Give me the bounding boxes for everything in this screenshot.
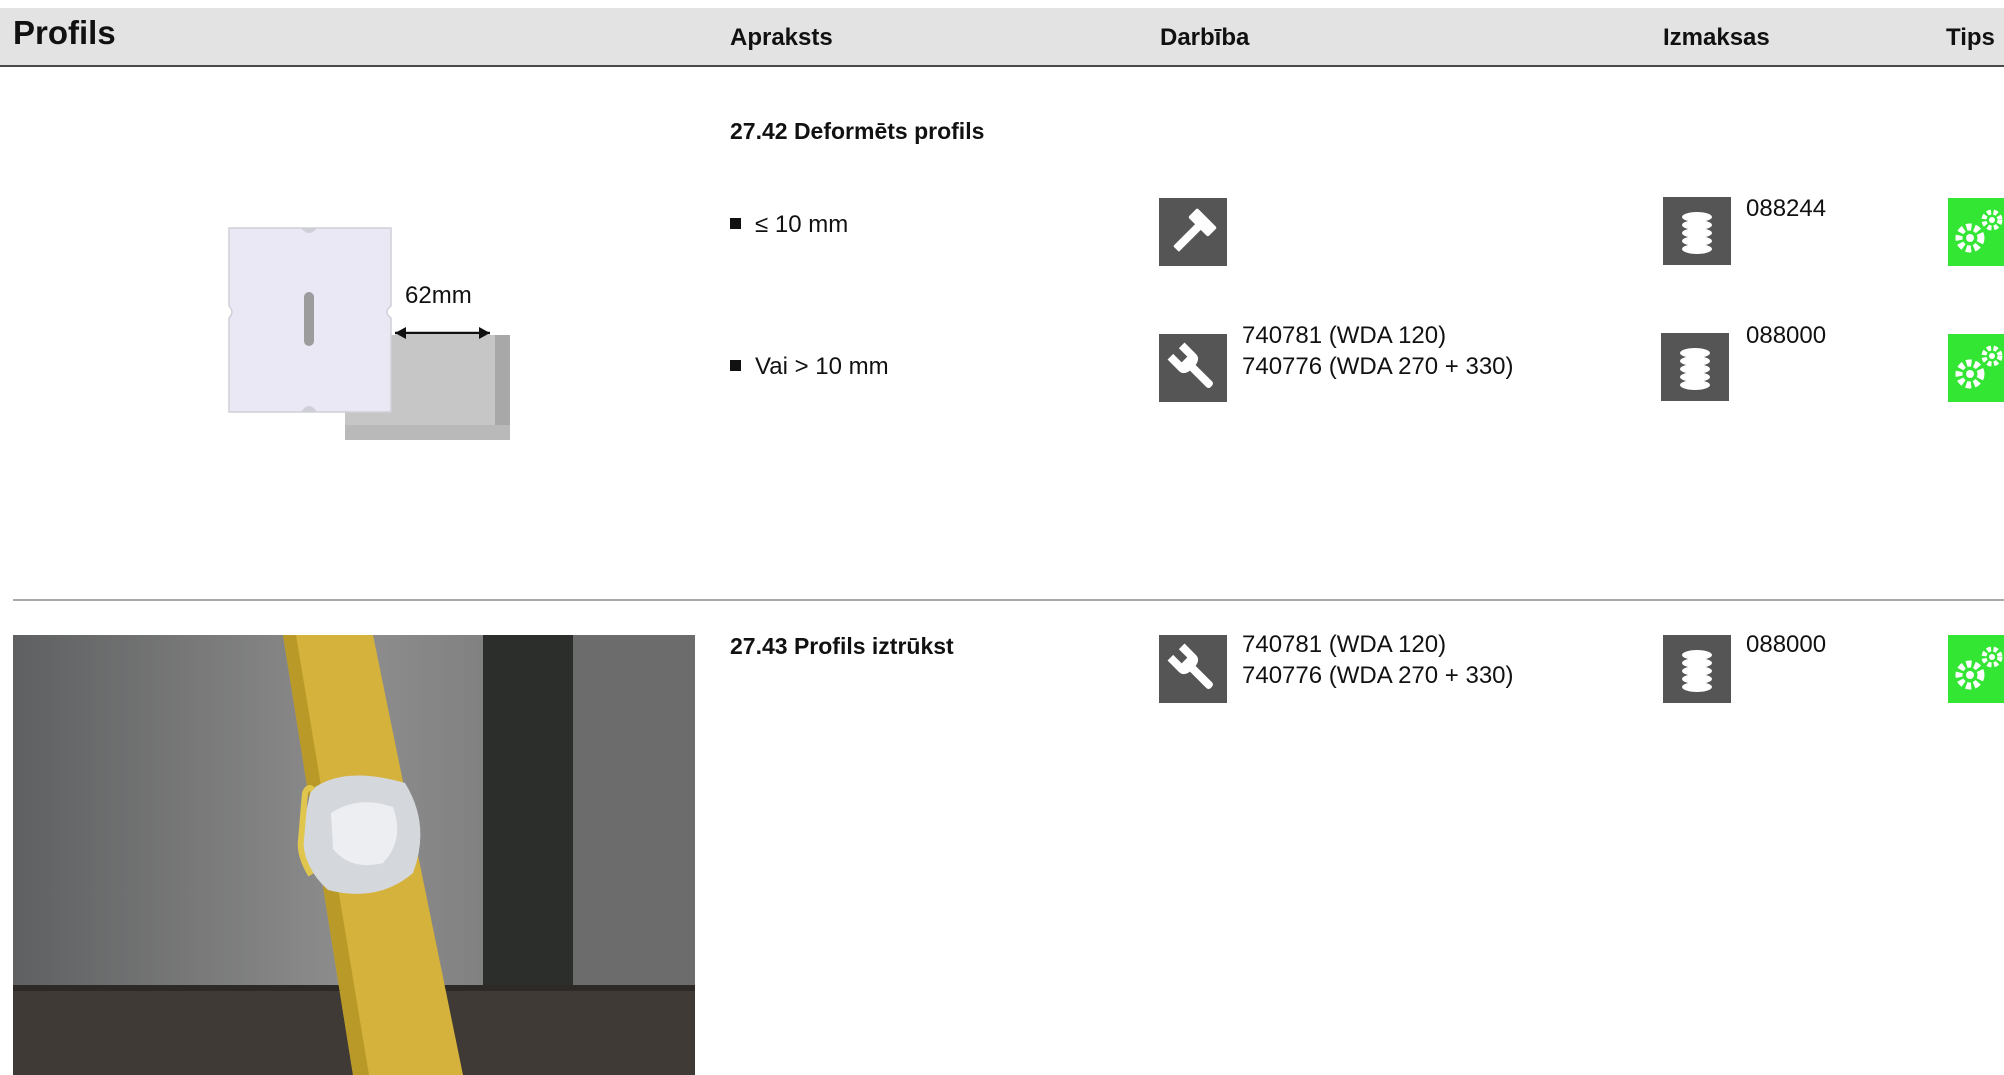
action-part-number: 740781 (WDA 120) <box>1242 631 1447 658</box>
coins-icon <box>1661 333 1729 401</box>
coins-icon <box>1663 635 1731 703</box>
action-part-number: 740776 (WDA 270 + 330) <box>1242 353 1514 380</box>
row-description: ≤ 10 mm <box>730 209 848 240</box>
section-divider <box>13 599 2004 601</box>
bullet-icon <box>730 360 741 371</box>
wrench-icon <box>1159 635 1227 703</box>
cost-code: 088000 <box>1746 631 1827 658</box>
diagram-dimension-label: 62mm <box>405 282 472 309</box>
section-title-deformed-profile: 27.42 Deformēts profils <box>730 118 985 144</box>
gears-icon <box>1948 334 2004 402</box>
column-header-tips: Tips <box>1946 24 1995 51</box>
cost-code: 088000 <box>1746 322 1827 349</box>
gears-icon <box>1948 198 2004 266</box>
page-title: Profils <box>13 14 116 51</box>
hammer-icon <box>1159 198 1227 266</box>
gears-icon <box>1948 635 2004 703</box>
action-part-number: 740781 (WDA 120) <box>1242 322 1447 349</box>
column-header-action: Darbība <box>1160 24 1250 51</box>
column-header-description: Apraksts <box>730 24 833 51</box>
cost-code: 088244 <box>1746 195 1827 222</box>
column-header-cost: Izmaksas <box>1663 24 1770 51</box>
action-part-number: 740776 (WDA 270 + 330) <box>1242 662 1514 689</box>
coins-icon <box>1663 197 1731 265</box>
deformed-profile-diagram: 62mm <box>225 220 525 450</box>
missing-profile-photo <box>13 635 695 1075</box>
bullet-icon <box>730 218 741 229</box>
row-description: Vai > 10 mm <box>730 351 889 382</box>
section-title-missing-profile: 27.43 Profils iztrūkst <box>730 633 954 659</box>
wrench-icon <box>1159 334 1227 402</box>
